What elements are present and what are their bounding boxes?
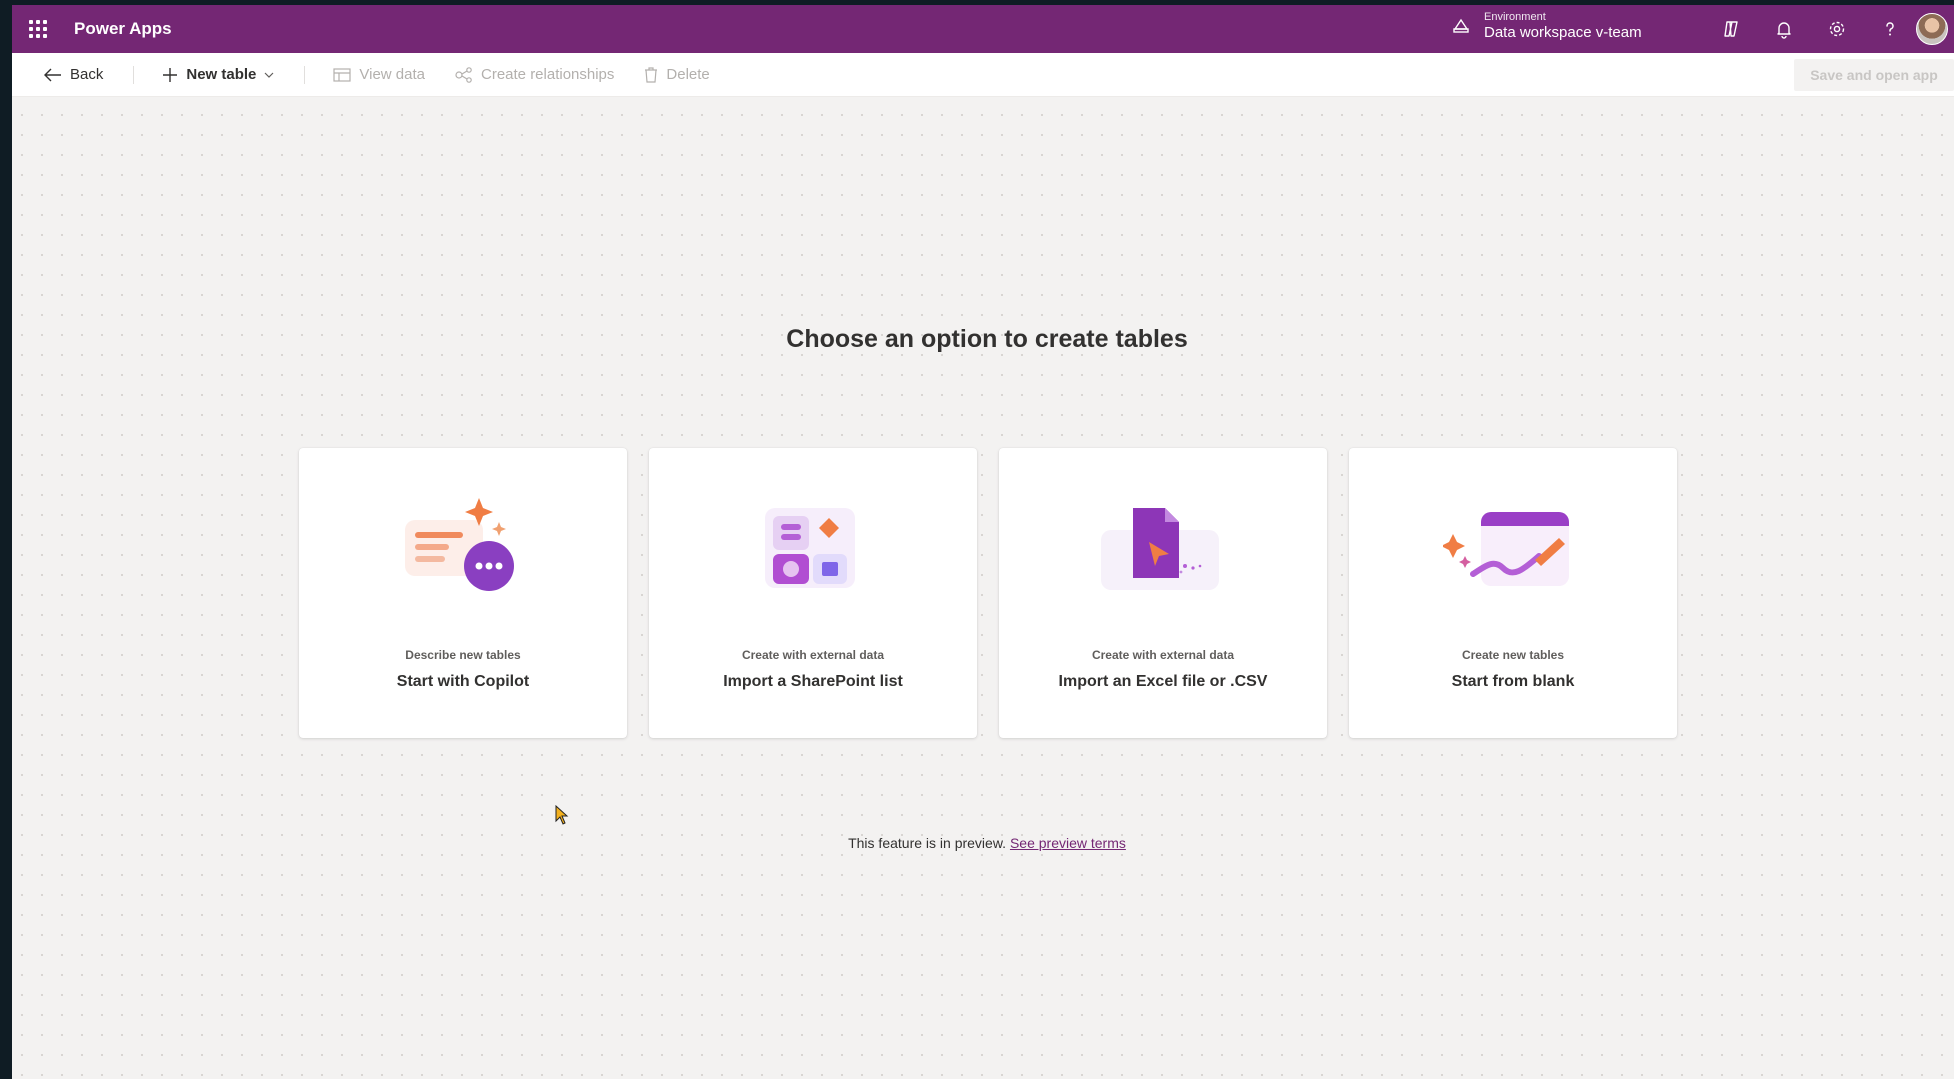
excel-file-icon [1101, 508, 1219, 590]
table-icon [333, 67, 351, 82]
help-icon [1885, 22, 1894, 36]
plus-icon [163, 67, 178, 82]
settings-button[interactable] [1810, 5, 1863, 53]
create-relationships-label: Create relationships [481, 66, 615, 83]
create-relationships-button[interactable]: Create relationships [455, 66, 614, 83]
divider [133, 65, 135, 84]
card-subtitle: Create new tables [1461, 648, 1565, 662]
preview-terms-link[interactable]: See preview terms [1010, 835, 1126, 851]
app-header: Power Apps Environment Data workspace v-… [12, 5, 1954, 53]
card-subtitle: Create with external data [741, 648, 885, 662]
arrow-left-icon [44, 68, 61, 81]
gear-icon [1829, 21, 1844, 37]
option-cards: Describe new tables Start with Copilot C… [299, 448, 1677, 738]
notifications-button[interactable] [1757, 5, 1810, 53]
environment-label: Environment [1484, 11, 1546, 23]
back-label: Back [70, 66, 104, 83]
import-excel-csv-card[interactable]: Create with external data Import an Exce… [999, 448, 1327, 738]
card-title: Start from blank [1451, 673, 1575, 690]
command-bar: Back New table View data Create relation… [12, 53, 1954, 97]
back-button[interactable]: Back [44, 66, 103, 83]
app-frame: Power Apps Environment Data workspace v-… [12, 5, 1954, 1079]
environment-icon [1453, 18, 1469, 33]
preview-notice: This feature is in preview. See preview … [12, 835, 1954, 851]
save-and-open-app-button[interactable]: Save and open app [1794, 59, 1954, 91]
relationship-icon [455, 66, 472, 83]
app-name[interactable]: Power Apps [74, 19, 172, 39]
card-subtitle: Create with external data [1091, 648, 1235, 662]
page-title: Choose an option to create tables [786, 325, 1188, 353]
delete-button[interactable]: Delete [644, 66, 710, 83]
import-sharepoint-list-card[interactable]: Create with external data Import a Share… [649, 448, 977, 738]
blank-table-icon [1443, 512, 1569, 586]
environment-picker[interactable]: Environment Data workspace v-team [1452, 11, 1642, 41]
help-button[interactable] [1863, 5, 1916, 53]
divider [304, 65, 306, 84]
delete-label: Delete [666, 66, 710, 83]
waffle-icon [29, 20, 47, 38]
start-with-copilot-card[interactable]: Describe new tables Start with Copilot [299, 448, 627, 738]
sharepoint-list-icon [765, 508, 855, 588]
mouse-cursor-icon [555, 805, 569, 825]
view-data-button[interactable]: View data [333, 66, 425, 83]
view-data-label: View data [359, 66, 425, 83]
card-subtitle: Describe new tables [405, 648, 521, 662]
new-table-label: New table [186, 66, 257, 83]
card-title: Import a SharePoint list [723, 673, 903, 690]
app-launcher-button[interactable] [12, 5, 64, 53]
chevron-down-icon [264, 72, 274, 78]
user-avatar[interactable] [1916, 13, 1948, 45]
copilot-icon [1723, 21, 1738, 37]
preview-text: This feature is in preview. [848, 835, 1007, 851]
start-from-blank-card[interactable]: Create new tables Start from blank [1349, 448, 1677, 738]
trash-icon [645, 66, 658, 83]
environment-name: Data workspace v-team [1484, 24, 1642, 41]
card-title: Import an Excel file or .CSV [1058, 673, 1268, 690]
card-title: Start with Copilot [396, 673, 530, 690]
copilot-chat-icon [405, 498, 514, 591]
new-table-button[interactable]: New table [162, 66, 274, 83]
copilot-button[interactable] [1704, 5, 1757, 53]
bell-icon [1776, 22, 1791, 39]
